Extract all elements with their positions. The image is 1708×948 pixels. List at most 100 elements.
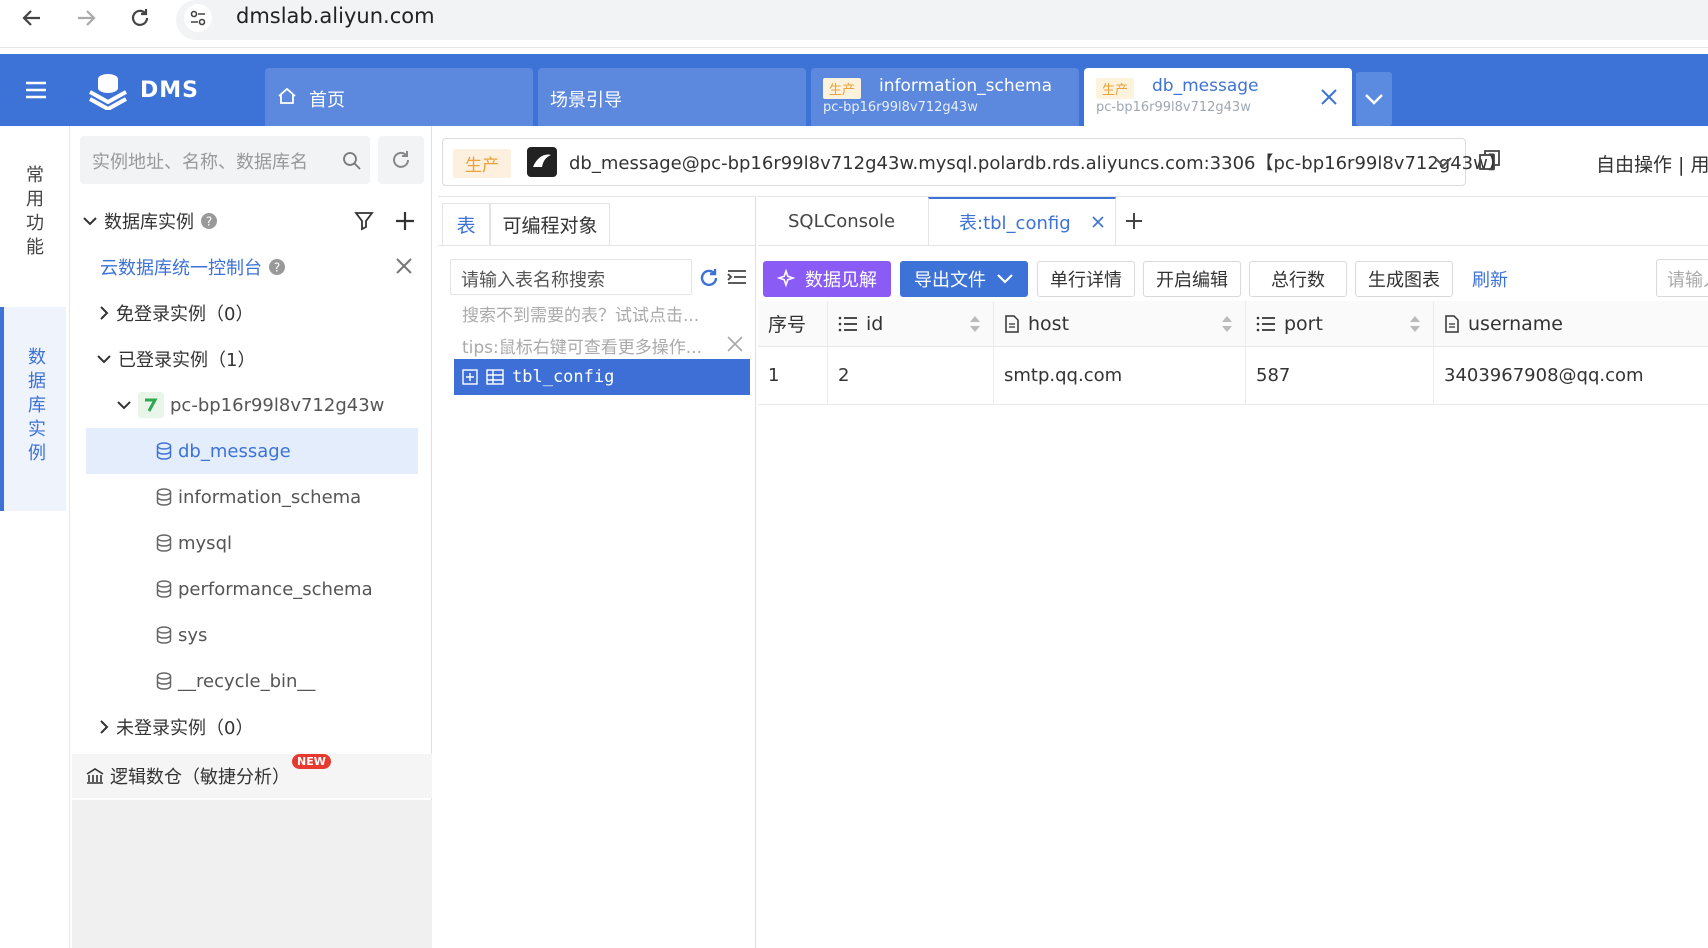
column-header-id[interactable]: id — [828, 301, 994, 347]
column-header-port[interactable]: port — [1246, 301, 1434, 347]
app-header: DMS 首页 场景引导 生产 information_schema pc-bp1… — [0, 54, 1708, 126]
data-insight-button[interactable]: 数据见解 — [763, 261, 891, 297]
export-file-button[interactable]: 导出文件 — [900, 261, 1028, 297]
logic-data-warehouse[interactable]: 逻辑数仓（敏捷分析） NEW — [72, 754, 432, 798]
env-badge: 生产 — [453, 149, 511, 178]
menu-icon[interactable] — [16, 72, 56, 108]
filter-icon[interactable] — [354, 210, 376, 232]
column-header-host[interactable]: host — [994, 301, 1246, 347]
tab-title: information_schema — [879, 76, 1053, 96]
group-no-login[interactable]: 免登录实例（0） — [72, 290, 432, 336]
group-logged-in[interactable]: 已登录实例（1） — [72, 336, 432, 382]
db-label: sys — [178, 624, 208, 646]
free-operation-mode[interactable]: 自由操作 | 用 — [1596, 150, 1708, 177]
help-icon[interactable]: ? — [268, 258, 286, 276]
db-item[interactable]: sys — [72, 612, 432, 658]
open-new-window-icon[interactable] — [1478, 148, 1502, 172]
search-icon[interactable] — [342, 151, 362, 171]
sparkle-icon — [777, 269, 796, 288]
url-text: dmslab.aliyun.com — [236, 4, 435, 28]
database-icon — [156, 626, 172, 644]
help-icon[interactable]: ? — [200, 212, 218, 230]
table-cell[interactable]: 3403967908@qq.com — [1434, 347, 1708, 405]
chevron-down-icon[interactable] — [1433, 155, 1453, 169]
instance-explorer: 实例地址、名称、数据库名 数据库实例 ? 云数据库统一控制台 ? 免登录实例（0… — [72, 126, 432, 948]
env-badge: 生产 — [823, 78, 862, 99]
rail-common-functions[interactable]: 常 用 功 能 — [20, 164, 50, 260]
tab-scene-guide[interactable]: 场景引导 — [538, 68, 806, 126]
tab-programmable-objects[interactable]: 可编程对象 — [490, 203, 610, 245]
refresh-button[interactable]: 刷新 — [1462, 261, 1518, 297]
generate-chart-button[interactable]: 生成图表 — [1355, 261, 1453, 297]
add-tab-icon[interactable] — [1124, 211, 1144, 231]
tabs-dropdown-button[interactable] — [1356, 72, 1392, 126]
row-detail-button[interactable]: 单行详情 — [1037, 261, 1135, 297]
db-item[interactable]: mysql — [72, 520, 432, 566]
logo[interactable]: DMS — [86, 54, 199, 126]
sort-icon[interactable] — [1221, 315, 1233, 333]
connection-selector[interactable]: 生产 db_message@pc-bp16r99l8v712g43w.mysql… — [442, 138, 1506, 186]
back-icon[interactable] — [14, 0, 50, 36]
hint-tips: tips:鼠标右键可查看更多操作... — [462, 338, 702, 358]
polardb-logo-icon — [527, 147, 557, 177]
bank-icon — [86, 767, 104, 785]
tab-sqlconsole[interactable]: SQLConsole — [788, 197, 918, 245]
tab-db-message[interactable]: 生产 db_message pc-bp16r99l8v712g43w — [1084, 68, 1352, 126]
rail-db-instances[interactable]: 数 据 库 实 例 — [22, 346, 52, 466]
tab-tables[interactable]: 表 — [442, 203, 490, 245]
left-rail: 常 用 功 能 — [0, 126, 70, 948]
database-icon — [156, 580, 172, 598]
tab-subtitle: pc-bp16r99l8v712g43w — [1096, 100, 1251, 115]
section-db-instances[interactable]: 数据库实例 ? — [72, 198, 432, 244]
table-search-input[interactable]: 请输入表名称搜索 — [450, 259, 692, 295]
table-cell[interactable]: smtp.qq.com — [994, 347, 1246, 405]
connection-string: db_message@pc-bp16r99l8v712g43w.mysql.po… — [569, 153, 1506, 174]
db-item[interactable]: __recycle_bin__ — [72, 658, 432, 704]
expand-icon[interactable] — [462, 369, 478, 385]
table-icon — [486, 369, 504, 385]
db-item[interactable]: performance_schema — [72, 566, 432, 612]
refresh-icon[interactable] — [698, 267, 720, 289]
address-bar[interactable]: dmslab.aliyun.com — [176, 0, 1708, 40]
result-search-input[interactable]: 请输入 — [1656, 259, 1708, 297]
chevron-down-icon — [116, 399, 132, 411]
site-settings-icon[interactable] — [184, 4, 212, 32]
table-cell[interactable]: 587 — [1246, 347, 1434, 405]
db-label: __recycle_bin__ — [178, 670, 316, 692]
sort-icon[interactable] — [969, 315, 981, 333]
close-icon[interactable] — [1091, 215, 1105, 229]
db-item[interactable]: information_schema — [72, 474, 432, 520]
column-label: username — [1468, 312, 1563, 335]
column-header-username[interactable]: username — [1434, 301, 1708, 347]
reload-icon[interactable] — [122, 0, 158, 36]
total-rows-button[interactable]: 总行数 — [1249, 261, 1347, 297]
table-cell[interactable]: 1 — [758, 347, 828, 405]
list-menu-icon[interactable] — [726, 267, 748, 287]
chevron-down-icon — [1365, 94, 1383, 105]
database-icon — [156, 442, 172, 460]
db-item[interactable]: db_message — [86, 428, 418, 474]
sort-icon[interactable] — [1409, 315, 1421, 333]
enable-edit-button[interactable]: 开启编辑 — [1143, 261, 1241, 297]
close-icon[interactable] — [1320, 88, 1338, 106]
instance-node[interactable]: pc-bp16r99l8v712g43w — [72, 382, 432, 428]
console-link[interactable]: 云数据库统一控制台 ? — [72, 244, 432, 290]
tab-home[interactable]: 首页 — [265, 68, 533, 126]
close-icon[interactable] — [726, 335, 744, 353]
column-label: id — [866, 312, 884, 335]
add-icon[interactable] — [394, 210, 416, 232]
refresh-button[interactable] — [378, 136, 424, 184]
instance-search-input[interactable]: 实例地址、名称、数据库名 — [80, 136, 370, 184]
table-item[interactable]: tbl_config — [454, 359, 750, 395]
group-not-logged[interactable]: 未登录实例（0） — [72, 704, 432, 750]
app-name: DMS — [140, 77, 199, 103]
table-cell[interactable]: 2 — [828, 347, 994, 405]
tab-table-config[interactable]: 表:tbl_config — [928, 197, 1116, 245]
forward-icon[interactable] — [68, 0, 104, 36]
hint-not-found[interactable]: 搜索不到需要的表？试试点击... — [462, 301, 699, 326]
tab-label: 表:tbl_config — [959, 213, 1071, 234]
close-icon[interactable] — [394, 256, 414, 276]
tab-label: 首页 — [309, 90, 345, 111]
svg-text:?: ? — [274, 261, 280, 275]
tab-information-schema[interactable]: 生产 information_schema pc-bp16r99l8v712g4… — [811, 68, 1079, 126]
